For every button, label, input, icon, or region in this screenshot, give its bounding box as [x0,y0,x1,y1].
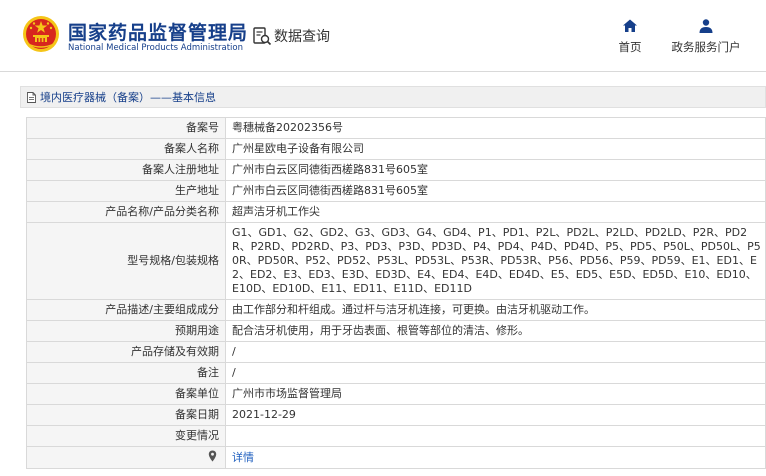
document-search-icon [253,27,272,46]
field-value: / [225,362,766,384]
field-value: 广州市白云区同德街西槎路831号605室 [225,180,766,202]
detail-link[interactable]: 详情 [232,451,254,464]
table-row: 型号规格/包装规格 G1、GD1、G2、GD2、G3、GD3、G4、GD4、P1… [26,222,766,300]
breadcrumb-text: 境内医疗器械（备案）——基本信息 [40,91,216,104]
field-label: 生产地址 [26,180,226,202]
data-query-link[interactable]: 数据查询 [252,24,330,48]
national-emblem-icon [23,16,59,52]
field-value: 配合洁牙机使用，用于牙齿表面、根管等部位的清洁、修形。 [225,320,766,342]
field-value: 粤穗械备20202356号 [225,117,766,139]
field-label: 产品存储及有效期 [26,341,226,363]
nav-service-label: 政务服务门户 [671,40,741,54]
table-row: 备注 / [26,362,766,384]
field-label: 变更情况 [26,425,226,447]
table-row: 备案人注册地址 广州市白云区同德街西槎路831号605室 [26,159,766,181]
field-label: 产品名称/产品分类名称 [26,201,226,223]
basic-info-table: 备案号 粤穗械备20202356号 备案人名称 广州星欧电子设备有限公司 备案人… [26,117,766,469]
field-label: 备案人注册地址 [26,159,226,181]
detail-key [208,450,219,462]
nav-service-portal[interactable]: 政务服务门户 [664,18,748,55]
table-row: 生产地址 广州市白云区同德街西槎路831号605室 [26,180,766,202]
field-value: 超声洁牙机工作尖 [225,201,766,223]
detail-label-cell [26,446,226,469]
site-header: 国家药品监督管理局 National Medical Products Admi… [0,0,766,72]
table-row: 预期用途 配合洁牙机使用，用于牙齿表面、根管等部位的清洁、修形。 [26,320,766,342]
field-value: 由工作部分和杆组成。通过杆与洁牙机连接，可更换。由洁牙机驱动工作。 [225,299,766,321]
field-value: 2021-12-29 [225,404,766,426]
user-icon [699,19,713,33]
nav-home[interactable]: 首页 [615,18,645,55]
field-label: 备案号 [26,117,226,139]
field-value: 广州星欧电子设备有限公司 [225,138,766,160]
table-row: 备案日期 2021-12-29 [26,404,766,426]
table-row-detail: 详情 [26,446,766,469]
field-label: 型号规格/包装规格 [26,222,226,300]
field-value: 广州市白云区同德街西槎路831号605室 [225,159,766,181]
field-value: / [225,341,766,363]
home-icon [623,19,637,32]
field-value: G1、GD1、G2、GD2、G3、GD3、G4、GD4、P1、PD1、P2L、P… [225,222,766,300]
table-row: 备案人名称 广州星欧电子设备有限公司 [26,138,766,160]
field-label: 备案日期 [26,404,226,426]
data-query-label: 数据查询 [274,29,330,45]
field-label: 产品描述/主要组成成分 [26,299,226,321]
table-row: 备案号 粤穗械备20202356号 [26,117,766,139]
field-value: 广州市市场监督管理局 [225,383,766,405]
table-row: 备案单位 广州市市场监督管理局 [26,383,766,405]
document-icon [27,91,36,103]
breadcrumb: 境内医疗器械（备案）——基本信息 [20,86,766,108]
table-row: 产品描述/主要组成成分 由工作部分和杆组成。通过杆与洁牙机连接，可更换。由洁牙机… [26,299,766,321]
nav-home-label: 首页 [618,40,642,54]
brand-title-en: National Medical Products Administration [68,43,243,53]
table-row: 产品存储及有效期 / [26,341,766,363]
field-label: 备注 [26,362,226,384]
table-row: 产品名称/产品分类名称 超声洁牙机工作尖 [26,201,766,223]
field-value [225,425,766,447]
location-pin-icon [208,450,217,461]
table-row: 变更情况 [26,425,766,447]
field-label: 备案人名称 [26,138,226,160]
field-label: 备案单位 [26,383,226,405]
field-label: 预期用途 [26,320,226,342]
brand-title-cn: 国家药品监督管理局 [68,22,249,44]
detail-value-cell: 详情 [225,446,766,469]
